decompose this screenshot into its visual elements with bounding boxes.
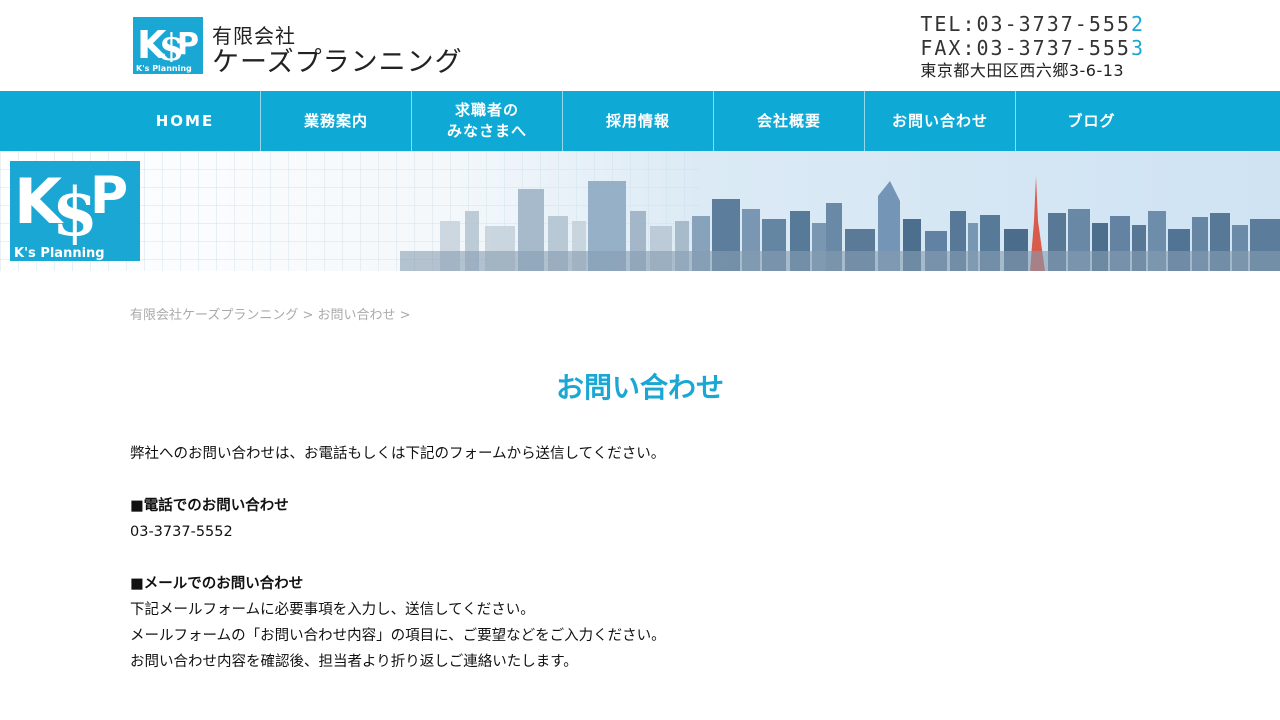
fax-line: FAX:03-3737-5553	[920, 36, 1145, 60]
svg-text:P: P	[90, 166, 128, 226]
breadcrumb: 有限会社ケーズプランニング > お問い合わせ >	[130, 304, 411, 323]
breadcrumb-separator: >	[395, 308, 411, 323]
logo-caption: K's Planning	[136, 64, 192, 73]
nav-item-contact[interactable]: お問い合わせ	[865, 91, 1016, 151]
mail-instruction-1: 下記メールフォームに必要事項を入力し、送信してください。	[130, 602, 535, 618]
mail-heading: ■メールでのお問い合わせ	[130, 576, 304, 592]
phone-number[interactable]: 03-3737-5552	[130, 519, 233, 545]
nav-item-blog[interactable]: ブログ	[1016, 91, 1167, 151]
banner-logo-icon: K $ P K's Planning	[10, 161, 140, 261]
nav-item-services[interactable]: 業務案内	[261, 91, 412, 151]
address: 東京都大田区西六郷3-6-13	[920, 61, 1125, 80]
tel-line: TEL:03-3737-5552	[920, 12, 1145, 36]
mail-instruction-3: お問い合わせ内容を確認後、担当者より折り返しご連絡いたします。	[130, 654, 578, 670]
intro-text: 弊社へのお問い合わせは、お電話もしくは下記のフォームから送信してください。	[130, 446, 666, 462]
svg-text:P: P	[177, 27, 199, 62]
nav-item-recruitment[interactable]: 採用情報	[563, 91, 714, 151]
nav-item-home[interactable]: HOME	[110, 91, 261, 151]
mail-instruction-2: メールフォームの「お問い合わせ内容」の項目に、ご要望などをご入力ください。	[130, 628, 666, 644]
breadcrumb-current[interactable]: お問い合わせ	[318, 308, 396, 323]
breadcrumb-home-link[interactable]: 有限会社ケーズプランニング	[130, 308, 298, 323]
nav-item-job-seekers[interactable]: 求職者の みなさまへ	[412, 91, 563, 151]
page-title: お問い合わせ	[555, 371, 724, 404]
global-nav: HOME 業務案内 求職者の みなさまへ 採用情報 会社概要 お問い合わせ ブログ	[0, 91, 1280, 151]
banner-logo-caption: K's Planning	[14, 246, 105, 261]
company-logo-icon[interactable]: K $ P K's Planning	[133, 17, 203, 74]
hero-banner: K $ P K's Planning	[0, 151, 1280, 271]
site-header: K $ P K's Planning 有限会社 ケーズプランニング TEL:03…	[0, 0, 1280, 91]
nav-item-company[interactable]: 会社概要	[714, 91, 865, 151]
company-name[interactable]: ケーズプランニング	[212, 40, 463, 79]
phone-heading: ■電話でのお問い合わせ	[130, 498, 289, 514]
breadcrumb-separator: >	[298, 308, 318, 323]
contact-info: TEL:03-3737-5552 FAX:03-3737-5553 東京都大田区…	[920, 12, 1145, 82]
